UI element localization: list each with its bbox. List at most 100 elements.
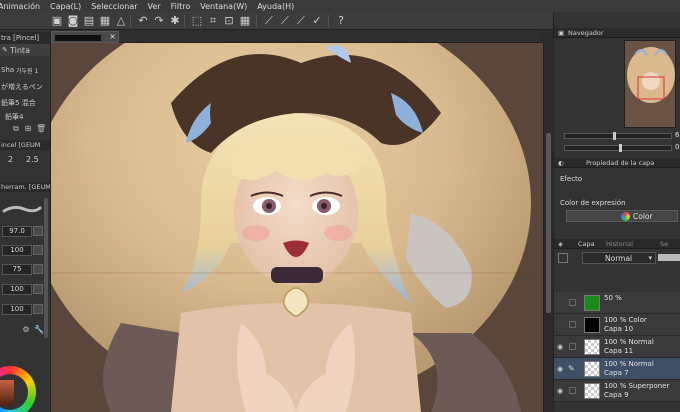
menu-seleccionar[interactable]: Seleccionar	[86, 2, 142, 11]
navigator-tab[interactable]: Navegador	[568, 28, 604, 38]
pressure-button[interactable]	[33, 264, 43, 274]
layer-row-4[interactable]: ◉ ✎ 100 % Normal Capa 7	[554, 358, 680, 380]
layer-thumbnail	[584, 339, 600, 355]
pressure-button[interactable]	[33, 304, 43, 314]
tool-tab-row-2: ✎ Tinta	[0, 44, 50, 56]
eye-icon[interactable]: ◉	[557, 343, 565, 351]
left-tool-panel: tra [Pincel] ✎ Tinta Sha 가두원 1 が増えるペン 鉛筆…	[0, 30, 51, 412]
tool-tab-brush[interactable]: tra [Pincel]	[1, 34, 39, 42]
undo-icon[interactable]: ↶	[136, 14, 150, 28]
layer-row-5[interactable]: ◉ 100 % Superponer Capa 9	[554, 380, 680, 402]
layer-property-tab[interactable]: Propiedad de la capa	[586, 158, 654, 168]
layer-lock[interactable]	[569, 343, 576, 350]
menu-capa[interactable]: Capa(L)	[45, 2, 86, 11]
size-field[interactable]: 97.0	[2, 226, 32, 237]
clear-icon[interactable]: ✱	[168, 14, 182, 28]
menu-animacion[interactable]: Animación	[0, 2, 45, 11]
brush-item-4[interactable]: 鉛筆4	[0, 112, 50, 122]
document-tab-strip: ×	[51, 30, 541, 43]
size-b[interactable]: 2.5	[26, 155, 39, 164]
history-tab[interactable]: Historial	[606, 239, 633, 249]
color-icon	[621, 212, 630, 221]
settings-icon[interactable]: ⚙	[22, 326, 30, 334]
density-field[interactable]: 75	[2, 264, 32, 275]
menu-ver[interactable]: Ver	[143, 2, 166, 11]
document-tab[interactable]: ×	[51, 31, 119, 43]
canvas-icon[interactable]: ▣	[50, 14, 64, 28]
canvas-vertical-scrollbar[interactable]	[543, 43, 553, 412]
layer-property-header: ◐ Propiedad de la capa	[554, 158, 680, 168]
blend-mode-select[interactable]: Normal ▾	[582, 252, 656, 264]
layer-row-1[interactable]: 50 %	[554, 292, 680, 314]
size-a[interactable]: 2	[8, 155, 13, 164]
invert-icon[interactable]: ⊡	[222, 14, 236, 28]
blend-field[interactable]: 100	[2, 284, 32, 295]
export-icon[interactable]: ▦	[98, 14, 112, 28]
ruler-edit-icon[interactable]: ⟋	[278, 14, 292, 28]
layer-property-icon: ◐	[558, 159, 564, 167]
save-icon[interactable]: ▤	[82, 14, 96, 28]
color-square[interactable]	[0, 380, 14, 406]
layer-info: 100 % Color	[604, 316, 647, 324]
layer-lock[interactable]	[569, 299, 576, 306]
menu-ayuda[interactable]: Ayuda(H)	[252, 2, 299, 11]
layer-lock[interactable]	[569, 321, 576, 328]
layer-info: 100 % Normal	[604, 360, 654, 368]
warning-icon[interactable]: △	[114, 14, 128, 28]
pressure-button[interactable]	[33, 226, 43, 236]
color-button[interactable]: Color	[566, 210, 678, 222]
sub-tool-label: incel [GEUM	[1, 141, 41, 149]
opacity-field[interactable]: 100	[2, 245, 32, 256]
opacity-mini-slider[interactable]	[658, 254, 680, 261]
redo-icon[interactable]: ↷	[152, 14, 166, 28]
brush-size-row: 2 2.5	[0, 152, 50, 166]
brush-name: 鉛筆5 混合	[1, 99, 36, 107]
layer-tab[interactable]: Capa	[578, 239, 595, 249]
rotate-slider[interactable]	[564, 144, 672, 152]
tool-tab-ink[interactable]: Tinta	[10, 46, 30, 55]
close-icon[interactable]: ×	[109, 32, 116, 41]
trash-icon[interactable]: 🗑	[36, 125, 46, 133]
property-scrollbar[interactable]	[44, 198, 48, 338]
pressure-button[interactable]	[33, 245, 43, 255]
brush-item-2[interactable]: が増えるペン	[0, 82, 50, 92]
brush-name: Sha	[1, 66, 15, 74]
drawing-canvas[interactable]	[51, 43, 543, 412]
help-icon[interactable]: ?	[334, 14, 348, 28]
snap-special-icon[interactable]: ✓	[310, 14, 324, 28]
menu-ventana[interactable]: Ventana(W)	[195, 2, 252, 11]
expression-color-label: Color de expresión	[560, 199, 626, 207]
color-wheel[interactable]	[0, 366, 36, 412]
menu-filtro[interactable]: Filtro	[166, 2, 196, 11]
pressure-button[interactable]	[33, 284, 43, 294]
layer-lock[interactable]	[569, 387, 576, 394]
layer-row-3[interactable]: ◉ 100 % Normal Capa 11	[554, 336, 680, 358]
menu-bar: Animación Capa(L) Seleccionar Ver Filtro…	[0, 0, 680, 12]
right-panel: ▣ Navegador 6 0 ◐ Propiedad de la capa E…	[553, 12, 680, 412]
ruler-icon[interactable]: ⟋	[262, 14, 276, 28]
grid-icon[interactable]: ▦	[238, 14, 252, 28]
layer-tab-3[interactable]: Se	[660, 239, 668, 249]
layer-mode-checkbox[interactable]	[558, 253, 568, 263]
wrench-icon[interactable]: 🔧	[34, 326, 44, 334]
toolbar-divider	[256, 15, 257, 27]
pen-icon: ✎	[2, 46, 8, 54]
snap-icon[interactable]: ⟋	[294, 14, 308, 28]
layer-row-2[interactable]: 100 % Color Capa 10	[554, 314, 680, 336]
eye-icon[interactable]: ◉	[557, 387, 565, 395]
stabilization-field[interactable]: 100	[2, 304, 32, 315]
eye-icon[interactable]: ◉	[557, 365, 565, 373]
navigator-header: ▣ Navegador	[554, 28, 680, 38]
chevron-down-icon: ▾	[648, 254, 652, 262]
zoom-slider[interactable]	[564, 132, 672, 140]
navigator-preview[interactable]	[624, 40, 676, 128]
new-icon[interactable]: ⊞	[24, 125, 32, 133]
camera-icon[interactable]: ◙	[66, 14, 80, 28]
scrollbar-thumb[interactable]	[546, 133, 551, 313]
copy-icon[interactable]: ⧉	[12, 125, 20, 133]
selection-icon[interactable]: ⬚	[190, 14, 204, 28]
brush-item-3[interactable]: 鉛筆5 混合	[0, 98, 50, 108]
brush-item-1[interactable]: Sha 가두원 1	[0, 66, 50, 76]
crop-icon[interactable]: ⌗	[206, 14, 220, 28]
redacted-filename	[55, 35, 101, 41]
